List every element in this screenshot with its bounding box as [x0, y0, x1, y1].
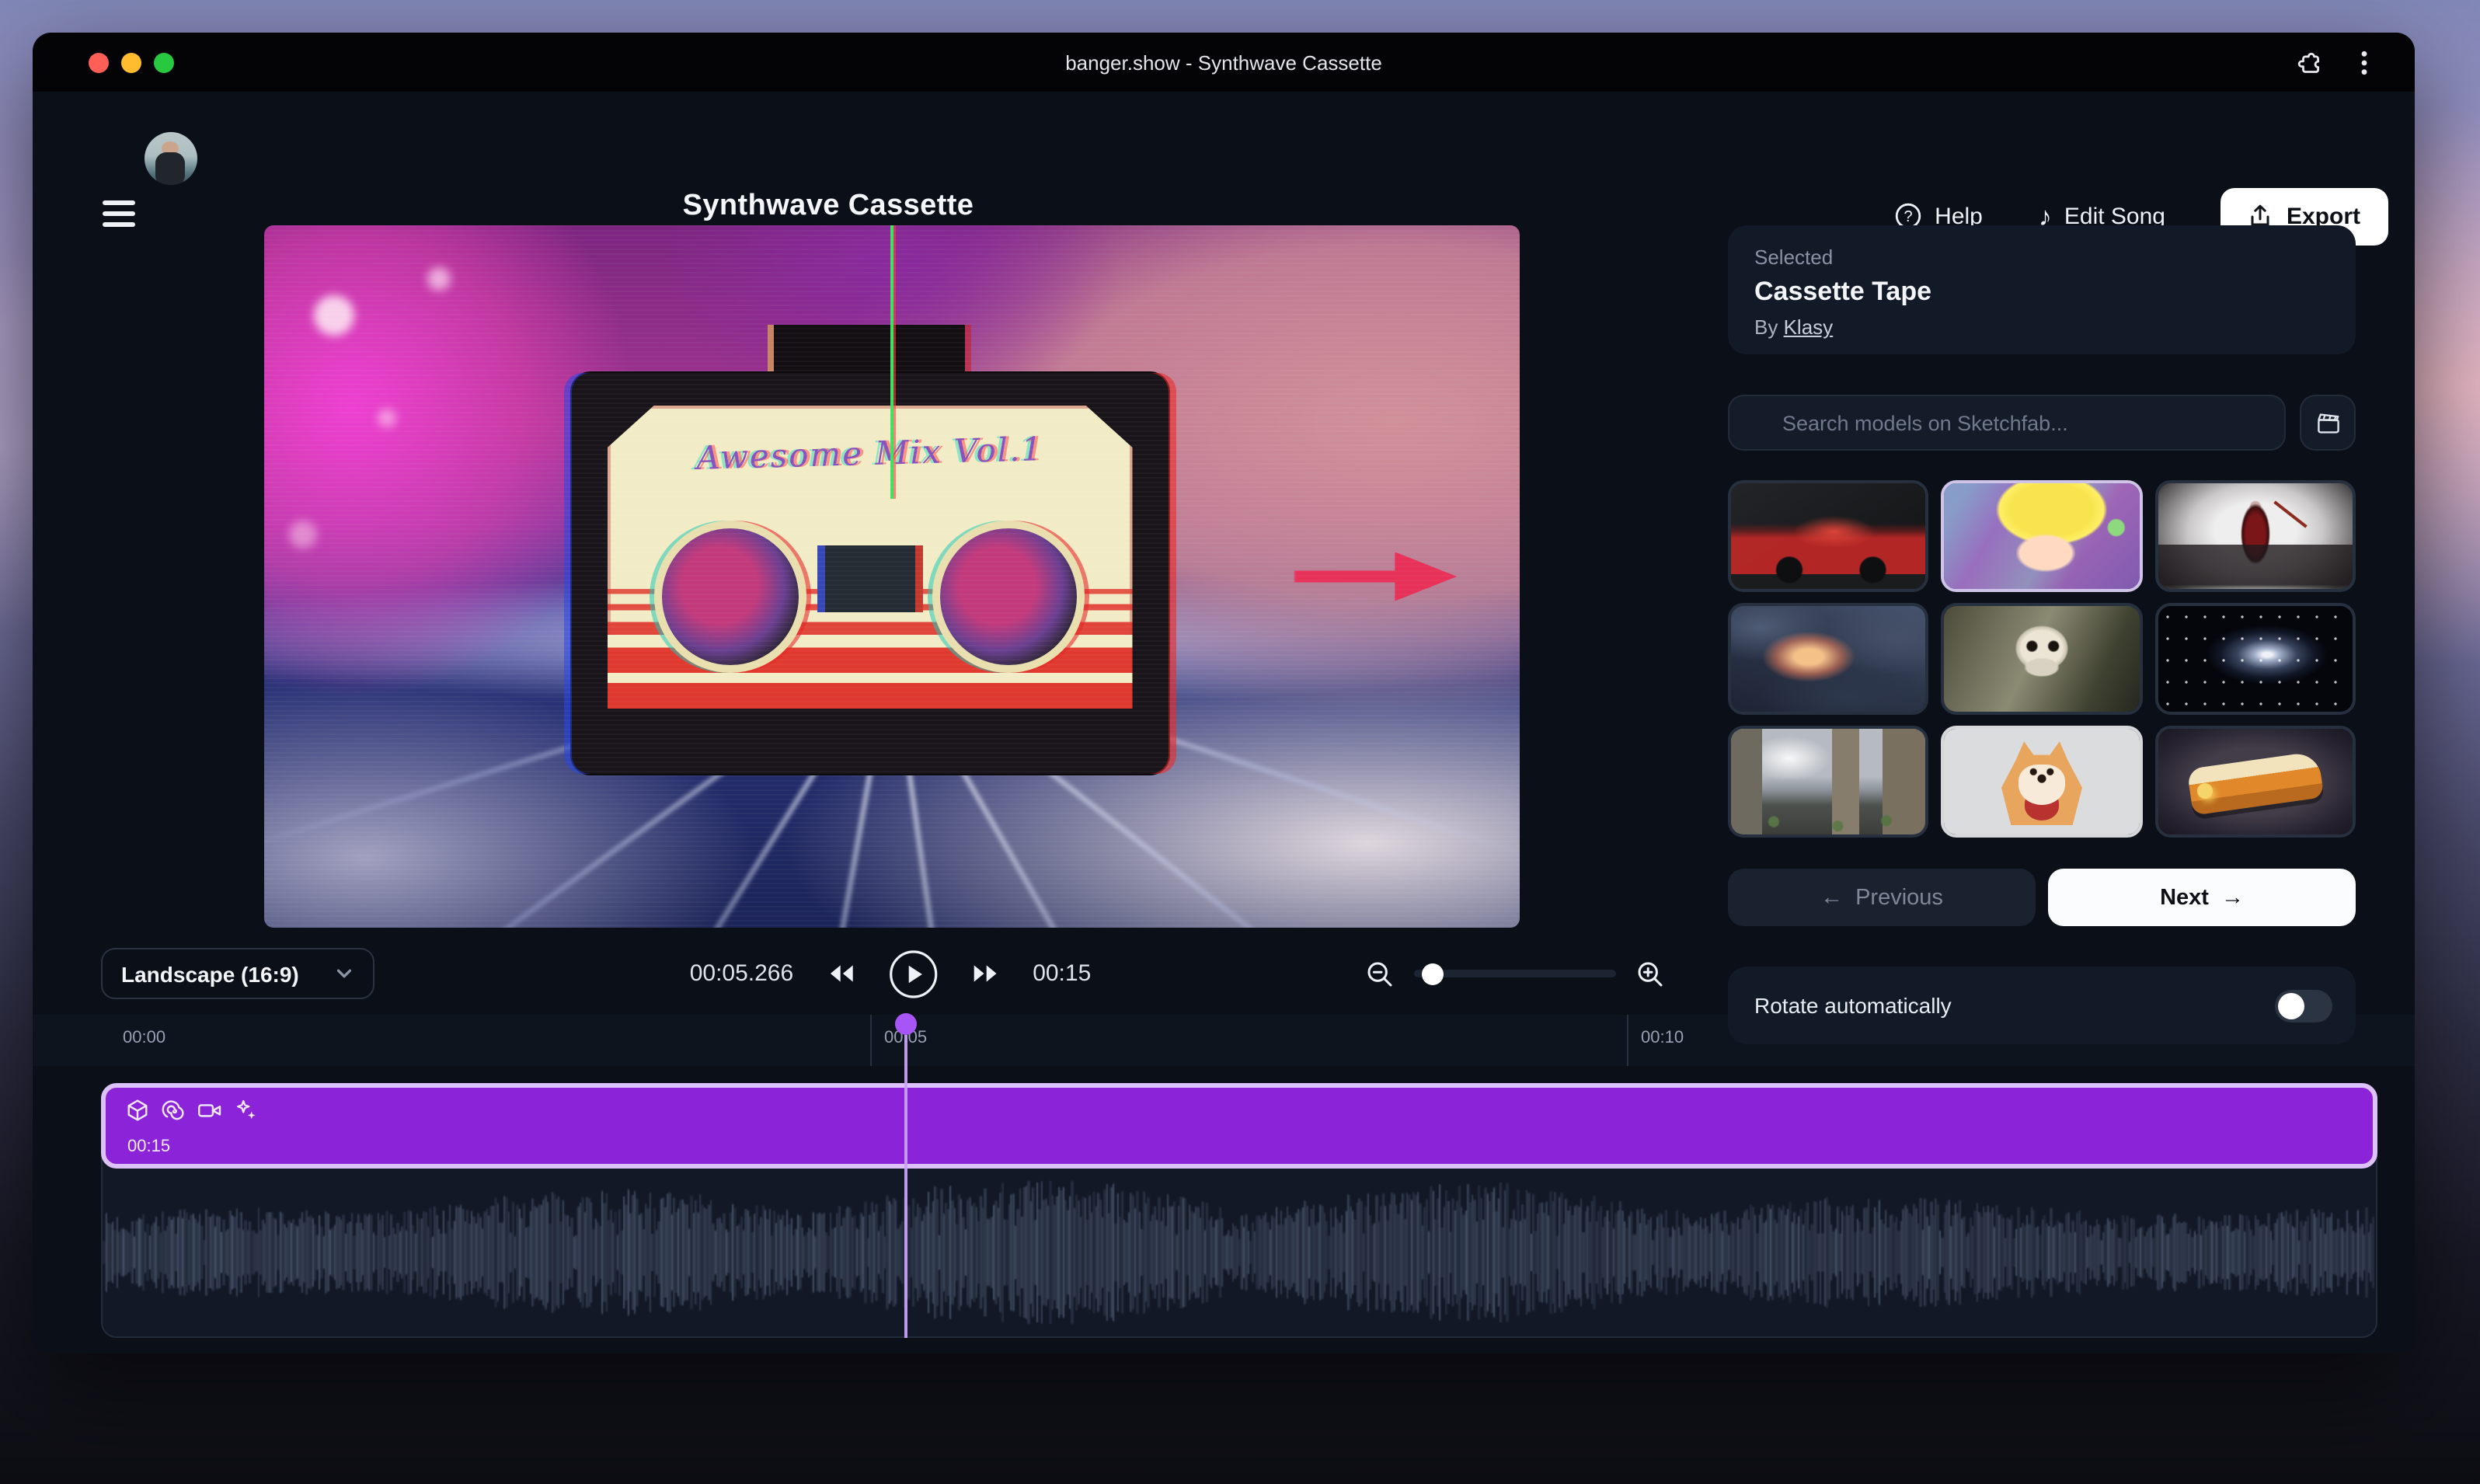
model-results-grid	[1728, 480, 2356, 838]
chevron-down-icon	[334, 963, 354, 984]
model-thumb-abandoned-city[interactable]	[1728, 726, 1929, 838]
desktop: banger.show - Synthwave Cassette Synthwa…	[0, 0, 2480, 1484]
extensions-puzzle-icon[interactable]	[2297, 49, 2323, 75]
glitch-arrow	[1294, 552, 1457, 601]
search-models-input[interactable]	[1728, 395, 2286, 451]
model-thumb-shiba-dog[interactable]	[1942, 726, 2143, 838]
current-time: 00:05.266	[690, 960, 793, 987]
cassette-handwritten-title: Awesome Mix Vol.1	[607, 428, 1133, 479]
arrow-right-icon: →	[2221, 885, 2244, 910]
cassette-reel-left	[655, 521, 807, 673]
playhead-line	[904, 1035, 907, 1338]
bokeh-light	[289, 521, 317, 549]
ruler-label: 00:10	[1641, 1029, 1684, 1047]
window-title: banger.show - Synthwave Cassette	[33, 33, 2415, 92]
model-thumb-red-sports-car[interactable]	[1728, 480, 1929, 592]
model-thumb-skull[interactable]	[1942, 603, 2143, 715]
bokeh-light	[315, 295, 355, 336]
browser-menu-kebab-icon[interactable]	[2360, 49, 2368, 75]
arrow-left-icon: ←	[1820, 885, 1843, 910]
glitch-line	[890, 225, 893, 500]
rotate-automatically-label: Rotate automatically	[1754, 993, 1952, 1018]
previous-page-button[interactable]: ← Previous	[1728, 869, 2036, 926]
model-thumb-anime-girl[interactable]	[1942, 480, 2143, 592]
selected-model-card: Selected Cassette Tape By Klasy	[1728, 225, 2356, 354]
hamburger-menu-icon[interactable]	[103, 200, 135, 227]
cassette-tape-3d-model: Awesome Mix Vol.1	[572, 373, 1169, 773]
sparkles-effects-icon	[235, 1099, 258, 1122]
video-camera-icon	[197, 1099, 222, 1122]
rotate-automatically-toggle[interactable]	[2275, 989, 2332, 1022]
bokeh-light	[427, 267, 451, 291]
3d-cube-icon	[126, 1099, 149, 1122]
clapperboard-button[interactable]	[2300, 395, 2356, 451]
author-link[interactable]: Klasy	[1784, 315, 1834, 339]
app-window: banger.show - Synthwave Cassette Synthwa…	[33, 33, 2415, 1353]
playhead-handle[interactable]	[895, 1013, 917, 1035]
titlebar: banger.show - Synthwave Cassette	[33, 33, 2415, 92]
zoom-slider-knob[interactable]	[1421, 963, 1443, 984]
cassette-reel-right	[933, 521, 1085, 673]
zoom-out-icon[interactable]	[1366, 960, 1394, 988]
model-thumb-vintage-toy-car[interactable]	[2154, 726, 2356, 838]
spiral-rotation-icon	[162, 1099, 185, 1122]
svg-text:?: ?	[1904, 208, 1913, 225]
selected-model-author: By Klasy	[1754, 315, 2329, 339]
rotate-automatically-card: Rotate automatically	[1728, 967, 2356, 1044]
project-title: Synthwave Cassette	[683, 190, 974, 224]
play-button[interactable]	[888, 949, 938, 998]
app-header: Synthwave Cassette ? Help ♪ Edit Song E	[33, 92, 2415, 225]
timeline-zoom-slider[interactable]	[1414, 970, 1616, 977]
model-thumb-red-cloaked-warrior[interactable]	[2154, 480, 2356, 592]
zoom-in-icon[interactable]	[1636, 960, 1664, 988]
model-thumb-storm-clouds[interactable]	[1728, 603, 1929, 715]
video-clip[interactable]: 00:15	[101, 1083, 2377, 1169]
next-page-button[interactable]: Next →	[2048, 869, 2356, 926]
user-avatar[interactable]	[145, 132, 197, 185]
clip-duration-label: 00:15	[127, 1137, 170, 1156]
video-preview[interactable]: Awesome Mix Vol.1	[264, 225, 1520, 928]
ruler-label: 00:00	[123, 1029, 165, 1047]
bokeh-light	[377, 408, 395, 427]
fast-forward-button[interactable]	[972, 962, 998, 985]
clapperboard-icon	[2315, 409, 2341, 436]
audio-waveform-track[interactable]	[103, 1169, 2376, 1336]
total-duration: 00:15	[1033, 960, 1091, 987]
rewind-button[interactable]	[827, 962, 854, 985]
aspect-ratio-dropdown[interactable]: Landscape (16:9)	[101, 948, 374, 999]
model-thumb-spiral-galaxy[interactable]	[2154, 603, 2356, 715]
selected-model-name: Cassette Tape	[1754, 277, 2329, 308]
selected-heading: Selected	[1754, 246, 2329, 269]
